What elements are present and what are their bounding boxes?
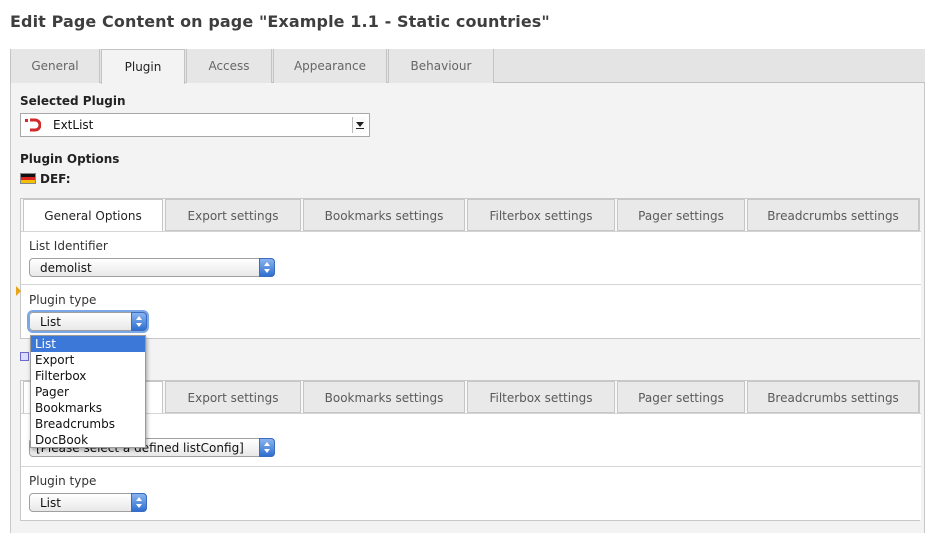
select-stepper-icon[interactable]	[259, 258, 275, 277]
list-identifier-row-2: [Please select a defined listConfig]	[21, 413, 921, 466]
plugin-type-dropdown: List Export Filterbox Pager Bookmarks Br…	[30, 335, 146, 448]
tab-filterbox-settings[interactable]: Filterbox settings	[467, 381, 615, 413]
dropdown-option-docbook[interactable]: DocBook	[31, 432, 145, 448]
german-flag-icon	[20, 173, 36, 184]
tab-bookmarks-settings[interactable]: Bookmarks settings	[303, 199, 465, 231]
plugin-type-select-2[interactable]: List	[29, 493, 147, 512]
plugin-select[interactable]: ExtList	[20, 113, 370, 137]
list-identifier-value: demolist	[40, 261, 92, 275]
options-tab-bar: General Options Export settings Bookmark…	[21, 199, 919, 231]
tab-breadcrumbs-settings[interactable]: Breadcrumbs settings	[747, 199, 919, 231]
plugin-type-value-2: List	[40, 496, 61, 510]
dropdown-option-breadcrumbs[interactable]: Breadcrumbs	[31, 416, 145, 432]
dropdown-option-bookmarks[interactable]: Bookmarks	[31, 400, 145, 416]
options-tab-bar-2: General Options Export settings Bookmark…	[21, 381, 919, 413]
plugin-options-panel-2: General Options Export settings Bookmark…	[20, 380, 921, 521]
plugin-type-row: Plugin type List	[21, 284, 921, 338]
plugin-type-value: List	[40, 315, 61, 329]
select-stepper-icon[interactable]	[259, 438, 275, 457]
page-title: Edit Page Content on page "Example 1.1 -…	[10, 12, 550, 31]
dropdown-option-pager[interactable]: Pager	[31, 384, 145, 400]
record-icon	[20, 352, 29, 361]
tab-plugin[interactable]: Plugin	[101, 49, 185, 84]
extlist-plugin-icon	[25, 118, 41, 132]
select-stepper-icon[interactable]	[131, 312, 147, 331]
select-arrow-icon[interactable]	[352, 117, 366, 133]
tab-bookmarks-settings[interactable]: Bookmarks settings	[303, 381, 465, 413]
tab-export-settings[interactable]: Export settings	[165, 199, 301, 231]
dropdown-option-list[interactable]: List	[31, 336, 145, 352]
tab-breadcrumbs-settings[interactable]: Breadcrumbs settings	[747, 381, 919, 413]
tab-pager-settings[interactable]: Pager settings	[617, 381, 745, 413]
plugin-type-label: Plugin type	[29, 293, 97, 307]
active-row-marker-icon	[16, 286, 21, 296]
selected-plugin-heading: Selected Plugin	[20, 94, 126, 108]
tab-export-settings[interactable]: Export settings	[165, 381, 301, 413]
dropdown-option-export[interactable]: Export	[31, 352, 145, 368]
plugin-options-panel-1: General Options Export settings Bookmark…	[20, 198, 921, 339]
tab-filterbox-settings[interactable]: Filterbox settings	[467, 199, 615, 231]
tab-behaviour[interactable]: Behaviour	[388, 49, 494, 83]
list-identifier-row: List Identifier demolist	[21, 231, 921, 284]
tab-general[interactable]: General	[10, 49, 100, 83]
tab-pager-settings[interactable]: Pager settings	[617, 199, 745, 231]
list-identifier-label: List Identifier	[29, 239, 108, 253]
dropdown-option-filterbox[interactable]: Filterbox	[31, 368, 145, 384]
list-identifier-select[interactable]: demolist	[29, 258, 275, 277]
select-stepper-icon[interactable]	[131, 493, 147, 512]
plugin-type-row-2: Plugin type List	[21, 466, 921, 520]
tab-general-options[interactable]: General Options	[23, 199, 163, 231]
tab-appearance[interactable]: Appearance	[273, 49, 387, 83]
plugin-type-label-2: Plugin type	[29, 474, 97, 488]
plugin-options-heading: Plugin Options	[20, 152, 120, 166]
language-label: DEF:	[40, 172, 71, 186]
main-tab-bar: General Plugin Access Appearance Behavio…	[10, 49, 925, 84]
plugin-select-value: ExtList	[53, 118, 94, 132]
plugin-type-select[interactable]: List	[29, 312, 147, 331]
tab-access[interactable]: Access	[186, 49, 272, 83]
